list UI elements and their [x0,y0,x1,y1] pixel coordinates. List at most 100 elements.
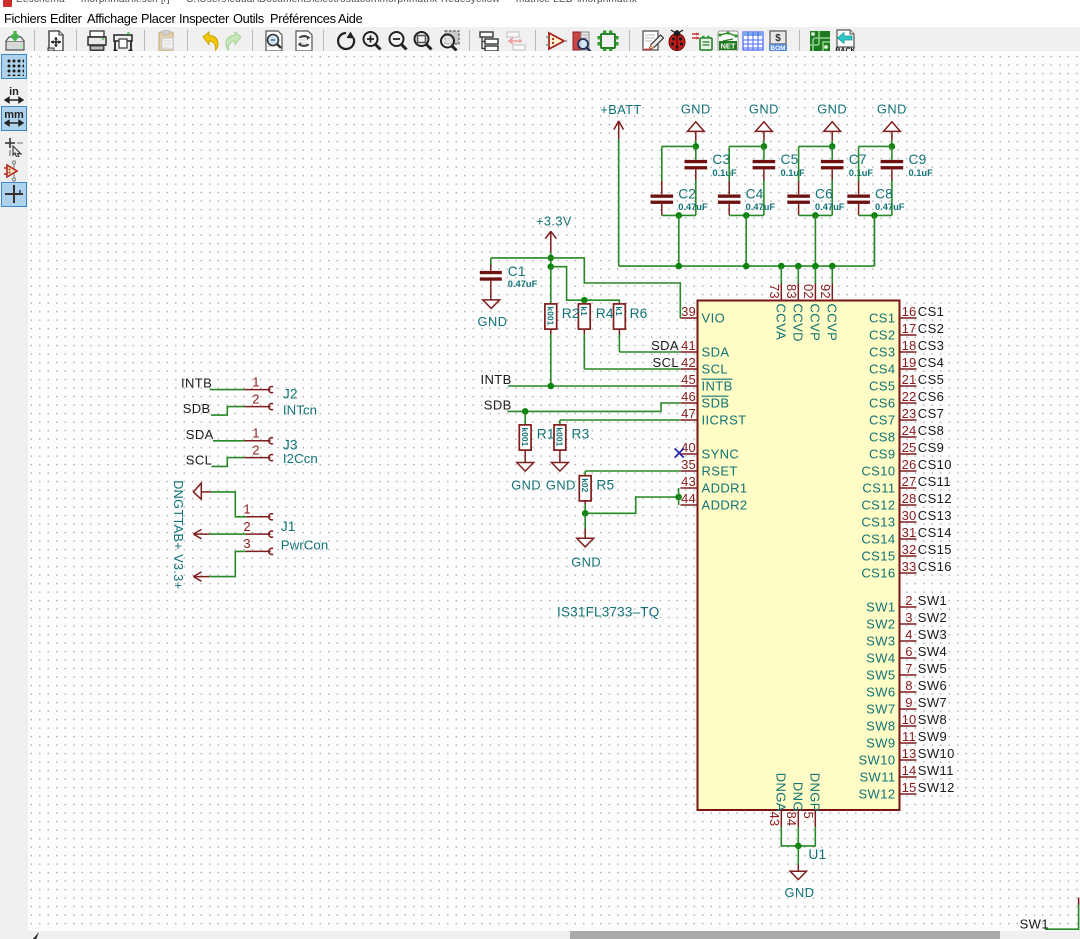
svg-text:02: 02 [801,284,816,299]
svg-text:+3.3V: +3.3V [536,213,572,228]
svg-text:SCL: SCL [702,362,729,377]
svg-text:CS8: CS8 [918,423,945,438]
svg-text:92: 92 [818,284,833,299]
svg-text:GND: GND [478,314,508,329]
svg-text:$: $ [775,33,781,44]
svg-text:DNGP: DNGP [807,773,822,812]
svg-text:V3.3+: V3.3+ [171,554,185,589]
svg-text:CS12: CS12 [861,498,895,513]
svg-text:22: 22 [902,389,917,404]
svg-text:SW3: SW3 [918,627,947,642]
svg-text:18: 18 [902,338,917,353]
svg-text:30: 30 [902,508,917,523]
svg-text:2: 2 [252,391,260,406]
svg-text:13: 13 [902,746,917,761]
svg-text:k001: k001 [555,427,565,446]
svg-text:k02: k02 [580,478,590,492]
svg-text:0.1uF: 0.1uF [712,168,737,178]
svg-text:2: 2 [243,519,251,534]
svg-text:CS16: CS16 [918,559,952,574]
svg-text:VIO: VIO [702,311,726,326]
svg-text:SW1: SW1 [918,593,947,608]
svg-text:21: 21 [902,372,917,387]
svg-text:43: 43 [681,474,696,489]
svg-text:CS3: CS3 [869,345,896,360]
svg-text:CS15: CS15 [918,542,952,557]
svg-text:C1: C1 [508,264,526,279]
svg-text:SCL: SCL [653,355,680,370]
svg-text:CS11: CS11 [862,481,895,496]
svg-text:SW7: SW7 [866,702,895,717]
svg-text:11: 11 [902,729,916,744]
svg-text:CS7: CS7 [869,413,896,428]
svg-text:CCVA: CCVA [773,304,788,341]
svg-text:CS5: CS5 [869,379,896,394]
svg-text:CS16: CS16 [861,566,895,581]
svg-text:R6: R6 [630,306,648,321]
svg-text:45: 45 [681,372,696,387]
svg-text:0.47uF: 0.47uF [678,202,708,212]
svg-text:17: 17 [902,321,917,336]
svg-text:0.47uF: 0.47uF [815,202,845,212]
svg-text:in: in [9,86,19,98]
svg-text:SW12: SW12 [858,787,895,802]
svg-text:2: 2 [252,443,260,458]
svg-text:44: 44 [681,491,696,506]
svg-text:INTB: INTB [702,379,733,394]
svg-text:15: 15 [902,780,917,795]
svg-text:R5: R5 [596,478,614,493]
svg-text:3: 3 [905,610,912,625]
svg-text:SW6: SW6 [866,685,895,700]
svg-text:SW10: SW10 [858,753,895,768]
svg-text:SW1: SW1 [1020,917,1049,931]
svg-text:25: 25 [902,440,917,455]
svg-text:0.47uF: 0.47uF [746,202,776,212]
svg-text:U1: U1 [808,847,826,862]
svg-text:INTcn: INTcn [283,402,317,417]
svg-text:CS8: CS8 [869,430,896,445]
svg-text:J2: J2 [283,386,298,401]
svg-text:k001: k001 [545,306,555,325]
svg-text:CS1: CS1 [918,304,945,319]
svg-text:SDB: SDB [183,401,211,416]
svg-text:SW7: SW7 [918,695,947,710]
svg-text:43: 43 [767,812,782,827]
svg-text:5: 5 [801,812,816,819]
svg-text:CS14: CS14 [918,525,952,540]
svg-text:35: 35 [681,457,696,472]
svg-text:k001: k001 [520,427,530,446]
svg-text:83: 83 [784,284,799,299]
svg-text:J1: J1 [281,519,296,534]
svg-text:GND: GND [785,885,815,900]
svg-text:SW5: SW5 [918,661,947,676]
svg-text:CCVD: CCVD [790,304,805,342]
svg-text:24: 24 [902,423,917,438]
svg-text:CS7: CS7 [918,406,945,421]
svg-text:IICRST: IICRST [702,413,747,428]
svg-text:CS15: CS15 [861,549,895,564]
svg-text:CS4: CS4 [869,362,896,377]
svg-text:CS2: CS2 [869,328,896,343]
svg-text:23: 23 [902,406,917,421]
svg-text:CS11: CS11 [918,474,951,489]
svg-text:39: 39 [681,304,696,319]
svg-text:GND: GND [817,101,847,116]
svg-text:19: 19 [902,355,917,370]
svg-text:CCVP: CCVP [808,304,823,342]
svg-text:CS6: CS6 [869,396,896,411]
svg-text:SW9: SW9 [866,736,895,751]
svg-text:R3: R3 [572,426,590,441]
svg-text:GND: GND [511,478,541,493]
svg-text:INTB: INTB [181,376,212,391]
svg-text:CS1: CS1 [869,311,896,326]
svg-text:SW3: SW3 [866,634,895,649]
svg-text:SCL: SCL [186,452,213,467]
svg-text:R1: R1 [537,426,555,441]
svg-text:TTAB+: TTAB+ [171,510,185,551]
svg-text:SW2: SW2 [866,617,895,632]
svg-text:CS4: CS4 [918,355,945,370]
svg-text:I2Ccn: I2Ccn [283,451,318,466]
svg-text:26: 26 [902,457,917,472]
svg-text:CS9: CS9 [869,447,896,462]
svg-text:14: 14 [902,763,917,778]
